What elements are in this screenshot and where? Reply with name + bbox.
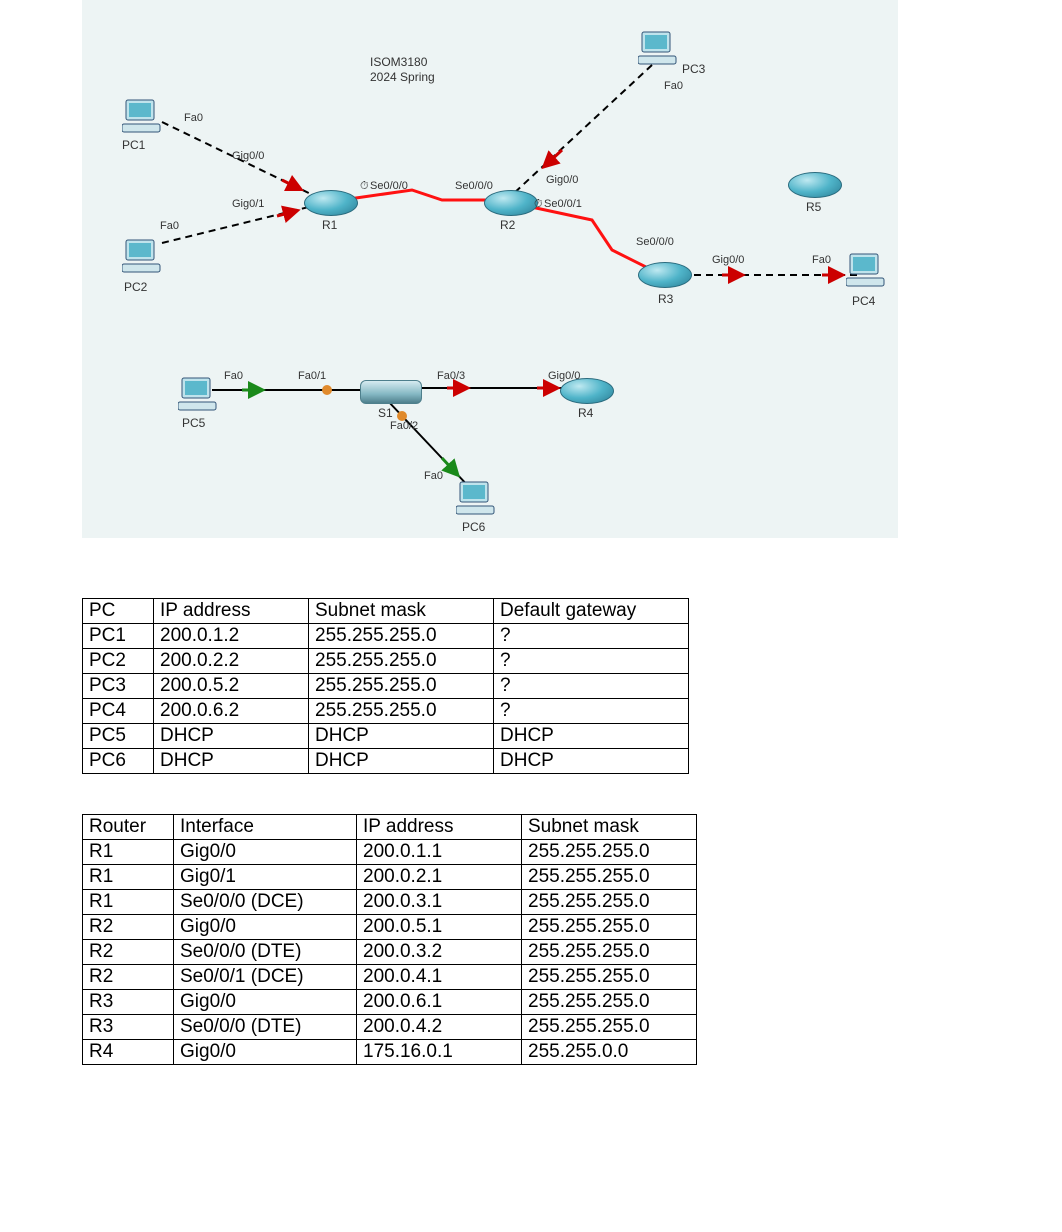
r2-s001-port: Se0/0/1	[544, 198, 582, 210]
pc5-label: PC5	[182, 416, 205, 430]
pc-table-header: IP address	[154, 599, 309, 624]
r1-s000-port: Se0/0/0	[370, 180, 408, 192]
pc6-port: Fa0	[424, 470, 443, 482]
pc4-port: Fa0	[812, 254, 831, 266]
table-row: PC2200.0.2.2255.255.255.0?	[83, 649, 689, 674]
pc2-label: PC2	[124, 280, 147, 294]
pc1-icon	[122, 98, 162, 136]
pc3-label: PC3	[682, 62, 705, 76]
s1-icon	[360, 380, 420, 408]
table-row: R1Se0/0/0 (DCE)200.0.3.1255.255.255.0	[83, 890, 697, 915]
r1-label: R1	[322, 218, 337, 232]
r5-icon	[788, 172, 840, 202]
pc5-port: Fa0	[224, 370, 243, 382]
network-topology-diagram: ISOM3180 2024 Spring	[82, 0, 898, 538]
table-row: R1Gig0/1200.0.2.1255.255.255.0	[83, 865, 697, 890]
r3-label: R3	[658, 292, 673, 306]
topology-links	[82, 0, 898, 538]
router-table-header: IP address	[357, 815, 522, 840]
pc-table-header: Subnet mask	[309, 599, 494, 624]
pc2-port: Fa0	[160, 220, 179, 232]
r3-s000-port: Se0/0/0	[636, 236, 674, 248]
r4-icon	[560, 378, 612, 408]
r2-s000-port: Se0/0/0	[455, 180, 493, 192]
pc4-icon	[846, 252, 886, 290]
r2-g00-port: Gig0/0	[546, 174, 578, 186]
table-row: PC5DHCPDHCPDHCP	[83, 724, 689, 749]
pc1-port: Fa0	[184, 112, 203, 124]
table-row: R1Gig0/0200.0.1.1255.255.255.0	[83, 840, 697, 865]
pc2-icon	[122, 238, 162, 276]
r1-g01-port: Gig0/1	[232, 198, 264, 210]
r2-clock-icon: ⏱	[534, 198, 543, 211]
r3-g00-port: Gig0/0	[712, 254, 744, 266]
pc5-icon	[178, 376, 218, 414]
table-row: R2Gig0/0200.0.5.1255.255.255.0	[83, 915, 697, 940]
r3-icon	[638, 262, 690, 292]
table-row: PC1200.0.1.2255.255.255.0?	[83, 624, 689, 649]
pc-address-table: PCIP addressSubnet maskDefault gatewayPC…	[82, 598, 689, 774]
table-row: PC3200.0.5.2255.255.255.0?	[83, 674, 689, 699]
router-interface-table: RouterInterfaceIP addressSubnet maskR1Gi…	[82, 814, 697, 1065]
r1-clock-icon: ⏱	[360, 180, 369, 193]
pc4-label: PC4	[852, 294, 875, 308]
pc-table-header: PC	[83, 599, 154, 624]
router-table-header: Router	[83, 815, 174, 840]
pc-table-header: Default gateway	[494, 599, 689, 624]
s1-label: S1	[378, 406, 393, 420]
table-row: R3Se0/0/0 (DTE)200.0.4.2255.255.255.0	[83, 1015, 697, 1040]
r4-g00-port: Gig0/0	[548, 370, 580, 382]
table-row: R4Gig0/0175.16.0.1255.255.0.0	[83, 1040, 697, 1065]
table-row: PC4200.0.6.2255.255.255.0?	[83, 699, 689, 724]
router-table-header: Subnet mask	[522, 815, 697, 840]
r1-icon	[304, 190, 356, 220]
pc3-icon	[638, 30, 678, 68]
pc6-icon	[456, 480, 496, 518]
table-row: PC6DHCPDHCPDHCP	[83, 749, 689, 774]
r2-label: R2	[500, 218, 515, 232]
table-row: R2Se0/0/1 (DCE)200.0.4.1255.255.255.0	[83, 965, 697, 990]
table-row: R2Se0/0/0 (DTE)200.0.3.2255.255.255.0	[83, 940, 697, 965]
pc1-label: PC1	[122, 138, 145, 152]
r1-g00-port: Gig0/0	[232, 150, 264, 162]
r2-icon	[484, 190, 536, 220]
s1-f01-port: Fa0/1	[298, 370, 326, 382]
router-table-header: Interface	[174, 815, 357, 840]
r5-label: R5	[806, 200, 821, 214]
pc6-label: PC6	[462, 520, 485, 534]
pc3-port: Fa0	[664, 80, 683, 92]
table-row: R3Gig0/0200.0.6.1255.255.255.0	[83, 990, 697, 1015]
s1-f02-port: Fa0/2	[390, 420, 418, 432]
r4-label: R4	[578, 406, 593, 420]
s1-f03-port: Fa0/3	[437, 370, 465, 382]
